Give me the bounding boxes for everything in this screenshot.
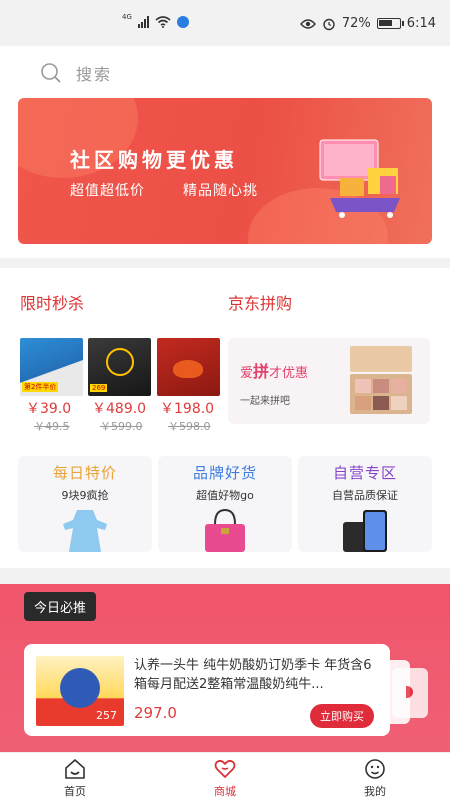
battery-percent: 72% bbox=[341, 16, 371, 31]
flash-sale-title[interactable]: 限时秒杀 bbox=[20, 290, 84, 314]
dress-image bbox=[63, 510, 107, 552]
tab-mine[interactable]: 我的 bbox=[340, 753, 410, 800]
category-subtitle: 超值好物go bbox=[196, 489, 254, 502]
product-illustration bbox=[60, 668, 100, 708]
status-left: 4G bbox=[122, 13, 189, 28]
product-badge bbox=[106, 348, 134, 376]
banner-title: 社区购物更优惠 bbox=[70, 148, 238, 172]
recommend-tag: 今日必推 bbox=[24, 592, 97, 621]
headline-bold: 拼 bbox=[253, 362, 270, 381]
promo-section: 限时秒杀 京东拼购 第2件半价 269 ￥39.0 ￥489.0 ￥198.0 … bbox=[0, 268, 450, 568]
category-title: 每日特价 bbox=[52, 464, 117, 482]
product-image[interactable]: 257 bbox=[36, 656, 124, 726]
category-brand-goods[interactable]: 品牌好货 超值好物go bbox=[158, 456, 292, 552]
alarm-icon bbox=[323, 18, 335, 30]
shopping-illustration-icon bbox=[319, 139, 400, 218]
category-title: 自营专区 bbox=[332, 464, 397, 482]
headline-pre: 爱 bbox=[240, 366, 254, 381]
category-subtitle: 自营品质保证 bbox=[332, 489, 398, 502]
product-image[interactable]: 269 bbox=[88, 338, 151, 396]
stack-marker bbox=[406, 686, 413, 698]
group-buy-subtitle: 一起来拼吧 bbox=[240, 396, 290, 407]
crab-image bbox=[173, 360, 203, 378]
category-self-operated[interactable]: 自营专区 自营品质保证 bbox=[298, 456, 432, 552]
tab-label: 我的 bbox=[364, 785, 386, 798]
eyeshadow-palette-image bbox=[350, 346, 412, 414]
promo-banner[interactable]: 社区购物更优惠 超值超低价 精品随心挑 bbox=[18, 98, 432, 244]
product-original-price: ￥49.5 bbox=[34, 420, 70, 433]
banner-section: 社区购物更优惠 超值超低价 精品随心挑 bbox=[0, 98, 450, 258]
status-bar: 4G 72% 6:14 bbox=[0, 0, 450, 46]
wifi-icon bbox=[155, 16, 171, 28]
app-notification-icon bbox=[176, 16, 189, 28]
group-buy-card[interactable]: 爱拼才优惠 一起来拼吧 bbox=[228, 338, 430, 424]
product-image[interactable]: 第2件半价 bbox=[20, 338, 83, 396]
buy-now-button[interactable]: 立即购买 bbox=[310, 704, 374, 728]
product-price: ￥489.0 bbox=[92, 401, 147, 417]
section-divider bbox=[0, 568, 450, 584]
tab-label: 首页 bbox=[64, 785, 86, 798]
product-name: 认养一头牛 纯牛奶酸奶订奶季卡 年货含6箱每月配送2整箱常温酸奶纯牛... bbox=[134, 658, 372, 692]
section-divider bbox=[0, 258, 450, 268]
tab-label: 商城 bbox=[214, 785, 236, 798]
flash-sale-products: 第2件半价 269 bbox=[20, 338, 220, 396]
eye-icon bbox=[299, 18, 316, 29]
banner-subtitle-left: 超值超低价 bbox=[70, 183, 145, 199]
network-type: 4G bbox=[122, 13, 132, 21]
recommend-product-card[interactable]: 257 认养一头牛 纯牛奶酸奶订奶季卡 年货含6箱每月配送2整箱常温酸奶纯牛..… bbox=[24, 644, 390, 736]
recommend-section: 今日必推 257 认养一头牛 纯牛奶酸奶订奶季卡 年货含6箱每月配送2整箱常温酸… bbox=[0, 584, 450, 752]
profile-icon bbox=[365, 759, 385, 779]
headline-post: 才优惠 bbox=[269, 366, 309, 381]
product-tag: 第2件半价 bbox=[22, 382, 59, 392]
product-image[interactable] bbox=[157, 338, 220, 396]
product-price: 297.0 bbox=[134, 704, 177, 722]
search-icon bbox=[41, 63, 61, 83]
search-bar[interactable]: 搜索 bbox=[0, 46, 450, 98]
product-price: ￥39.0 bbox=[26, 401, 72, 417]
tab-home[interactable]: 首页 bbox=[40, 753, 110, 800]
heart-icon bbox=[214, 759, 236, 778]
signal-icon bbox=[137, 16, 149, 28]
phone-image bbox=[343, 510, 387, 552]
banner-subtitle-right: 精品随心挑 bbox=[183, 183, 258, 199]
category-subtitle: 9块9疯抢 bbox=[61, 489, 109, 502]
tab-mall[interactable]: 商城 bbox=[190, 753, 260, 800]
clock: 6:14 bbox=[406, 16, 436, 31]
card-stack-back bbox=[392, 668, 428, 718]
group-buy-headline: 爱拼才优惠 bbox=[240, 358, 308, 382]
home-icon bbox=[65, 759, 85, 779]
category-title: 品牌好货 bbox=[192, 464, 257, 482]
search-input[interactable]: 搜索 bbox=[76, 61, 112, 85]
thumb-price: 257 bbox=[93, 709, 120, 722]
category-daily-deals[interactable]: 每日特价 9块9疯抢 bbox=[18, 456, 152, 552]
status-right: 72% 6:14 bbox=[299, 16, 436, 31]
group-buy-title[interactable]: 京东拼购 bbox=[228, 290, 292, 314]
product-price: ￥198.0 bbox=[160, 401, 215, 417]
battery-level bbox=[378, 20, 393, 26]
battery-icon bbox=[376, 18, 404, 29]
product-tag: 269 bbox=[90, 384, 108, 392]
product-original-price: ￥598.0 bbox=[168, 420, 211, 433]
product-original-price: ￥599.0 bbox=[100, 420, 143, 433]
bottom-tab-bar: 首页 商城 我的 bbox=[0, 752, 450, 800]
handbag-image bbox=[205, 508, 245, 552]
